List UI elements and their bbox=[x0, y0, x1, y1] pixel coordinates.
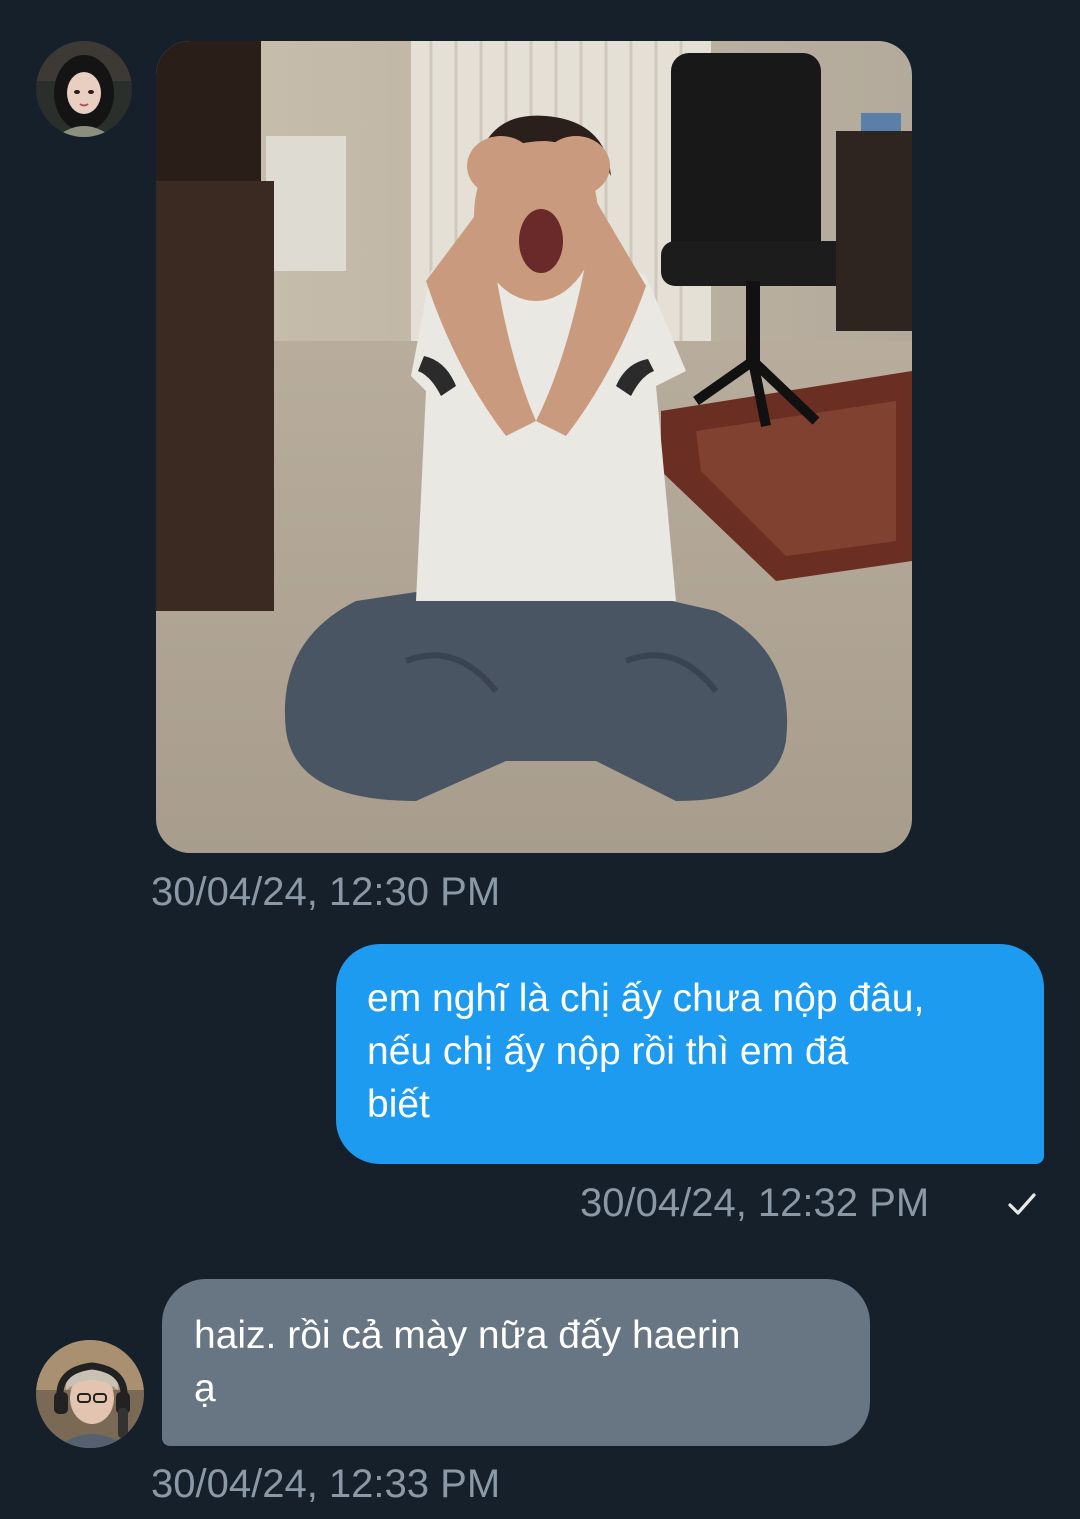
message-text-line: ạ bbox=[194, 1367, 216, 1410]
screaming-person-photo bbox=[156, 41, 912, 853]
sent-message-bubble[interactable]: em nghĩ là chị ấy chưa nộp đâu, nếu chị … bbox=[336, 944, 1044, 1164]
message-text-line: haiz. rồi cả mày nữa đấy haerin bbox=[194, 1314, 741, 1357]
image-message[interactable] bbox=[156, 41, 912, 853]
message-timestamp: 30/04/24, 12:32 PM bbox=[580, 1181, 930, 1225]
checkmark-icon bbox=[1008, 1193, 1036, 1215]
avatar-girl-icon bbox=[36, 41, 132, 137]
message-text-line: nếu chị ấy nộp rồi thì em đã bbox=[367, 1030, 849, 1073]
message-timestamp: 30/04/24, 12:33 PM bbox=[151, 1462, 501, 1506]
message-text-line: biết bbox=[367, 1083, 430, 1126]
sender-avatar[interactable] bbox=[36, 1340, 144, 1448]
message-timestamp: 30/04/24, 12:30 PM bbox=[151, 870, 501, 914]
avatar-girl-headphones-icon bbox=[36, 1340, 144, 1448]
received-message-bubble[interactable]: haiz. rồi cả mày nữa đấy haerin ạ bbox=[162, 1279, 870, 1446]
message-text-line: em nghĩ là chị ấy chưa nộp đâu, bbox=[367, 977, 925, 1020]
sender-avatar[interactable] bbox=[36, 41, 132, 137]
